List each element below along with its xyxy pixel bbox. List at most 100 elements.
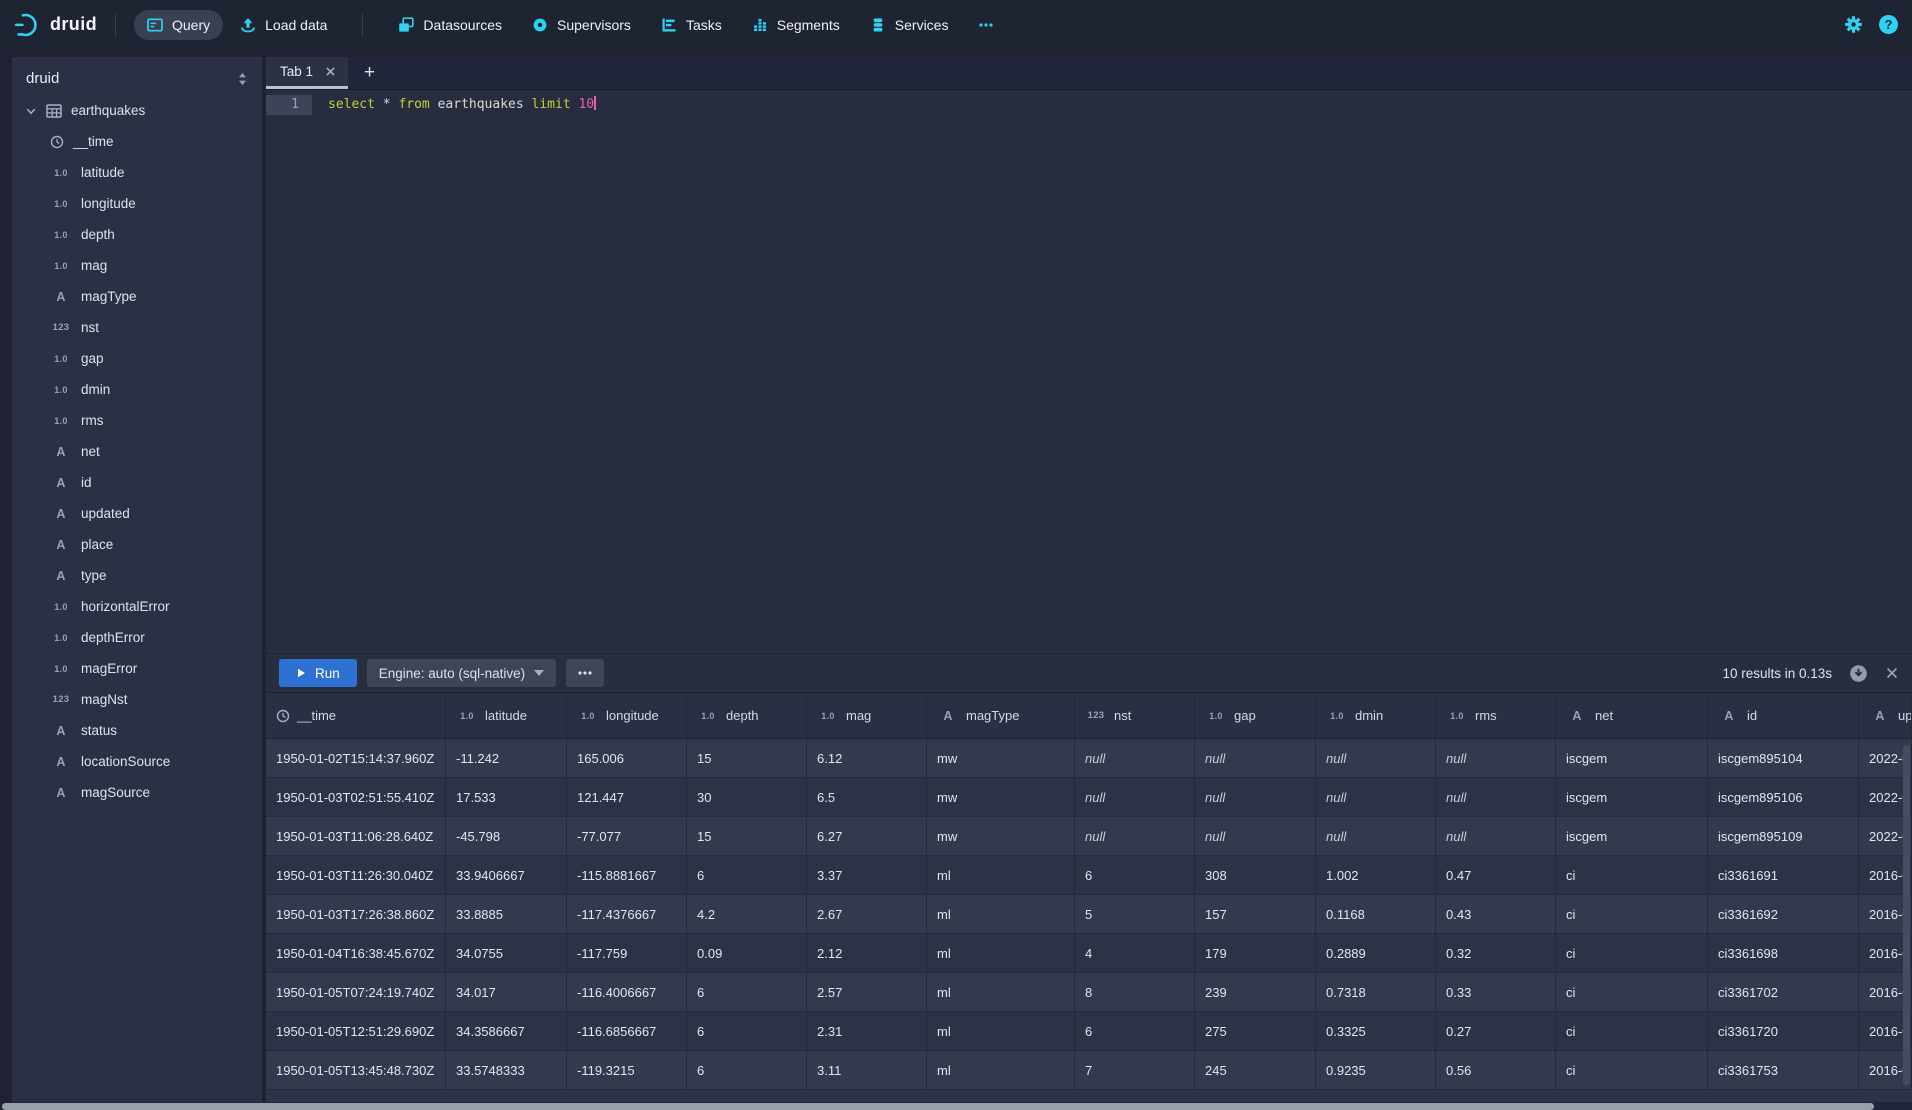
table-cell[interactable]: ml (927, 1051, 1075, 1089)
table-cell[interactable]: 1950-01-03T17:26:38.860Z (266, 895, 446, 933)
table-cell[interactable]: 165.006 (567, 739, 687, 777)
table-cell[interactable]: 34.0755 (446, 934, 567, 972)
sidebar-column-nst[interactable]: 123nst (12, 312, 262, 343)
table-cell[interactable]: 3.11 (807, 1051, 927, 1089)
table-cell[interactable]: ci3361691 (1708, 856, 1859, 894)
table-cell[interactable]: ml (927, 934, 1075, 972)
table-cell[interactable]: -116.6856667 (567, 1012, 687, 1050)
column-header-mag[interactable]: 1.0mag (807, 693, 927, 738)
table-cell[interactable]: null (1316, 817, 1436, 855)
nav-item-supervisors[interactable]: Supervisors (519, 10, 644, 40)
table-cell[interactable]: iscgem (1556, 739, 1708, 777)
table-cell[interactable]: 0.9235 (1316, 1051, 1436, 1089)
table-cell[interactable]: 6 (687, 1012, 807, 1050)
download-icon[interactable] (1849, 664, 1868, 683)
column-header-depth[interactable]: 1.0depth (687, 693, 807, 738)
table-cell[interactable]: 1950-01-03T11:06:28.640Z (266, 817, 446, 855)
run-button[interactable]: Run (279, 659, 357, 687)
table-cell[interactable]: null (1436, 817, 1556, 855)
table-cell[interactable]: -45.798 (446, 817, 567, 855)
table-cell[interactable]: ml (927, 973, 1075, 1011)
table-cell[interactable]: 1.002 (1316, 856, 1436, 894)
table-cell[interactable]: ci (1556, 856, 1708, 894)
table-cell[interactable]: 2.31 (807, 1012, 927, 1050)
table-cell[interactable]: 1950-01-03T02:51:55.410Z (266, 778, 446, 816)
settings-gear-icon[interactable] (1844, 15, 1863, 34)
table-cell[interactable]: 33.8885 (446, 895, 567, 933)
table-cell[interactable]: -119.3215 (567, 1051, 687, 1089)
table-cell[interactable]: 1950-01-03T11:26:30.040Z (266, 856, 446, 894)
table-cell[interactable]: null (1075, 778, 1195, 816)
table-cell[interactable]: 34.017 (446, 973, 567, 1011)
table-cell[interactable]: 1950-01-02T15:14:37.960Z (266, 739, 446, 777)
table-cell[interactable]: iscgem (1556, 778, 1708, 816)
table-cell[interactable]: ci (1556, 1012, 1708, 1050)
column-header-time[interactable]: __time (266, 693, 446, 738)
table-cell[interactable]: 0.32 (1436, 934, 1556, 972)
sidebar-column-type[interactable]: Atype (12, 560, 262, 591)
table-cell[interactable]: ci3361692 (1708, 895, 1859, 933)
table-cell[interactable]: 1950-01-05T13:45:48.730Z (266, 1051, 446, 1089)
table-cell[interactable]: 6.5 (807, 778, 927, 816)
table-cell[interactable]: 1950-01-04T16:38:45.670Z (266, 934, 446, 972)
table-cell[interactable]: 34.3586667 (446, 1012, 567, 1050)
table-cell[interactable]: 33.9406667 (446, 856, 567, 894)
nav-item-segments[interactable]: Segments (739, 10, 853, 40)
table-cell[interactable]: -117.759 (567, 934, 687, 972)
column-header-magtype[interactable]: AmagType (927, 693, 1075, 738)
sql-editor[interactable]: 1 select * from earthquakes limit 10 (266, 90, 1912, 653)
sidebar-column-latitude[interactable]: 1.0latitude (12, 157, 262, 188)
table-cell[interactable]: 4 (1075, 934, 1195, 972)
table-cell[interactable]: -77.077 (567, 817, 687, 855)
sidebar-column-updated[interactable]: Aupdated (12, 498, 262, 529)
table-cell[interactable]: ci (1556, 973, 1708, 1011)
table-cell[interactable]: 6 (687, 1051, 807, 1089)
more-options-button[interactable] (566, 659, 604, 687)
table-cell[interactable]: iscgem895109 (1708, 817, 1859, 855)
table-cell[interactable]: 308 (1195, 856, 1316, 894)
column-header-id[interactable]: Aid (1708, 693, 1859, 738)
sidebar-column-magtype[interactable]: AmagType (12, 281, 262, 312)
nav-item-datasources[interactable]: Datasources (385, 10, 515, 40)
table-cell[interactable]: 2.57 (807, 973, 927, 1011)
table-cell[interactable]: 6 (687, 856, 807, 894)
table-cell[interactable]: 2.67 (807, 895, 927, 933)
table-cell[interactable]: mw (927, 778, 1075, 816)
table-cell[interactable]: 0.7318 (1316, 973, 1436, 1011)
nav-item-load-data[interactable]: Load data (227, 10, 340, 40)
sidebar-column-locationsource[interactable]: AlocationSource (12, 746, 262, 777)
table-cell[interactable]: 6 (1075, 1012, 1195, 1050)
tab-tab1[interactable]: Tab 1 (266, 57, 348, 89)
table-cell[interactable]: 0.3325 (1316, 1012, 1436, 1050)
table-cell[interactable]: null (1436, 739, 1556, 777)
sidebar-column-mag[interactable]: 1.0mag (12, 250, 262, 281)
table-cell[interactable]: 0.1168 (1316, 895, 1436, 933)
sort-icon[interactable] (237, 72, 248, 86)
table-cell[interactable]: 1950-01-05T12:51:29.690Z (266, 1012, 446, 1050)
table-cell[interactable]: 245 (1195, 1051, 1316, 1089)
table-cell[interactable]: mw (927, 739, 1075, 777)
new-tab-button[interactable]: + (348, 57, 391, 89)
sidebar-column-longitude[interactable]: 1.0longitude (12, 188, 262, 219)
table-cell[interactable]: 0.27 (1436, 1012, 1556, 1050)
table-cell[interactable]: iscgem (1556, 817, 1708, 855)
table-cell[interactable]: 3.37 (807, 856, 927, 894)
table-cell[interactable]: 239 (1195, 973, 1316, 1011)
table-cell[interactable]: -117.4376667 (567, 895, 687, 933)
table-cell[interactable]: 6.12 (807, 739, 927, 777)
column-header-gap[interactable]: 1.0gap (1195, 693, 1316, 738)
table-cell[interactable]: ci3361702 (1708, 973, 1859, 1011)
table-cell[interactable]: iscgem895104 (1708, 739, 1859, 777)
table-cell[interactable]: null (1436, 778, 1556, 816)
column-header-net[interactable]: Anet (1556, 693, 1708, 738)
horizontal-scrollbar[interactable] (0, 1102, 1912, 1110)
table-cell[interactable]: 15 (687, 817, 807, 855)
sidebar-column-place[interactable]: Aplace (12, 529, 262, 560)
column-header-updated[interactable]: Aupdated (1859, 693, 1912, 738)
table-cell[interactable]: null (1195, 817, 1316, 855)
table-cell[interactable]: null (1316, 739, 1436, 777)
table-cell[interactable]: 15 (687, 739, 807, 777)
table-cell[interactable]: 0.47 (1436, 856, 1556, 894)
sidebar-column-magerror[interactable]: 1.0magError (12, 653, 262, 684)
sidebar-column-dmin[interactable]: 1.0dmin (12, 374, 262, 405)
